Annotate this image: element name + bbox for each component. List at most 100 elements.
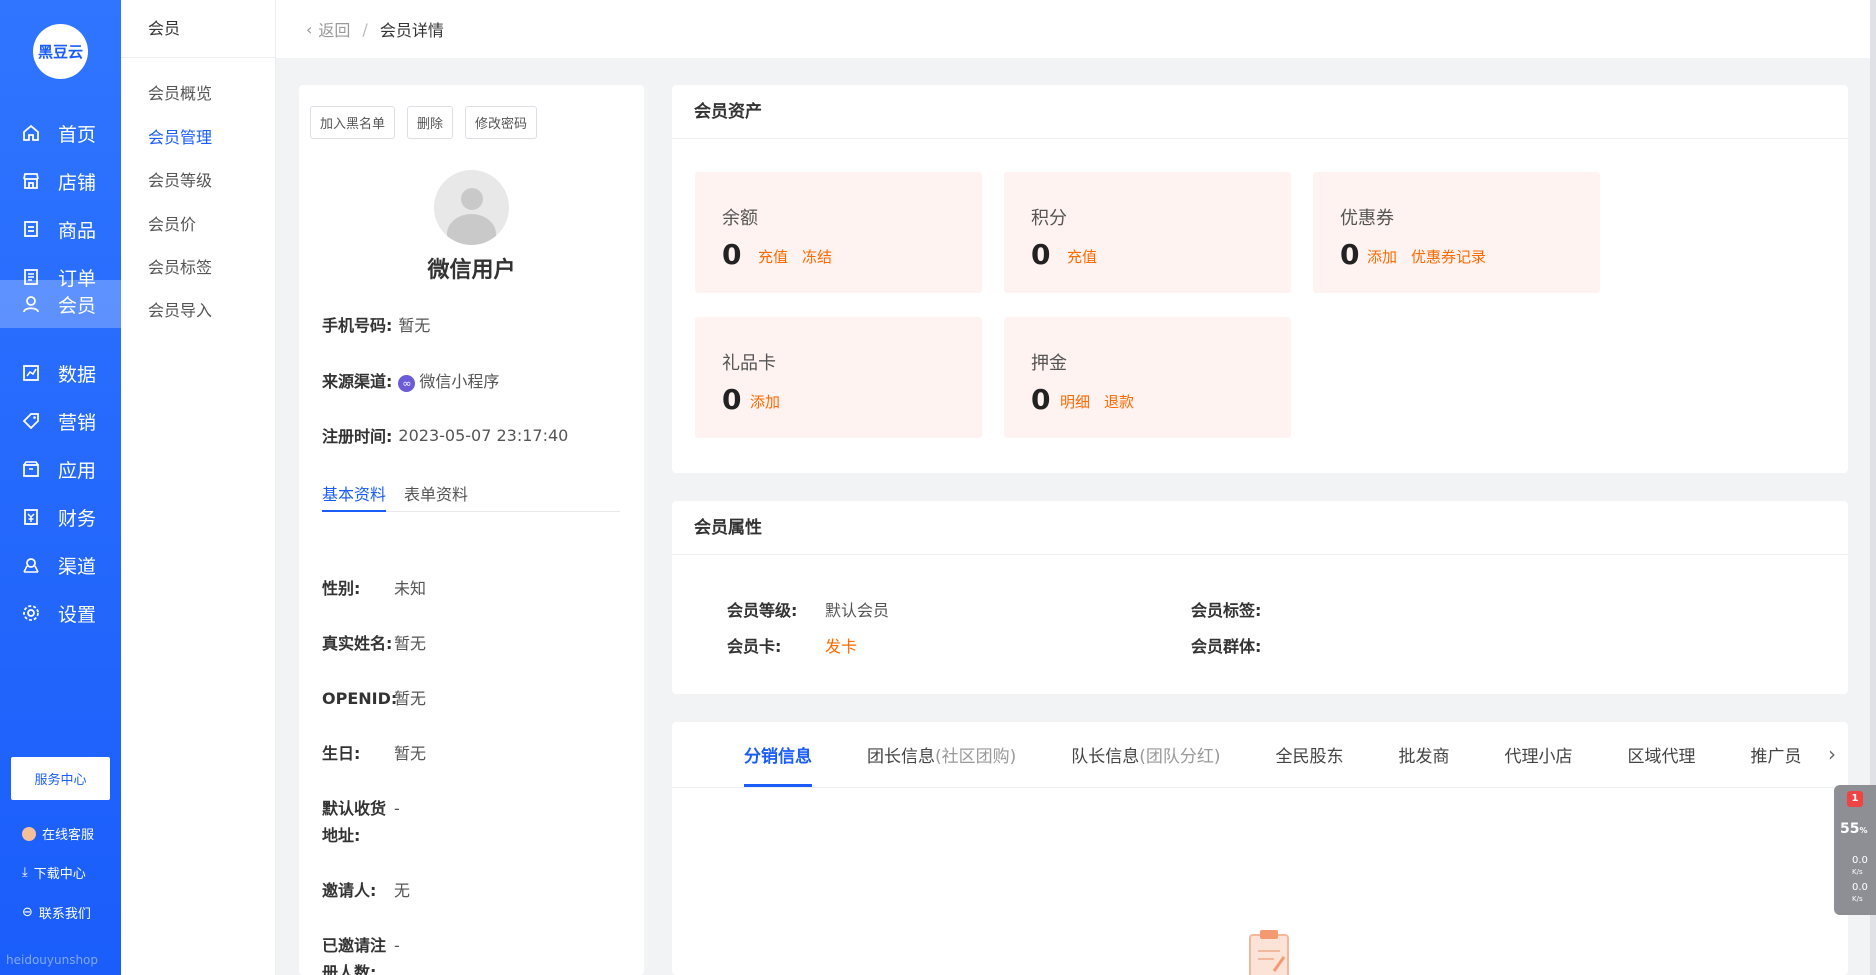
group-label: 会员群体: xyxy=(1191,637,1262,656)
register-row: 注册时间: 2023-05-07 23:17:40 xyxy=(322,423,568,447)
tag-label: 会员标签: xyxy=(1191,601,1262,620)
asset-name: 礼品卡 xyxy=(722,353,776,374)
tab-agent-store[interactable]: 代理小店 xyxy=(1505,742,1573,767)
real-name-row: 真实姓名: 暂无 xyxy=(322,630,426,657)
channel-icon xyxy=(20,554,42,576)
detail-label: 默认收货地址: xyxy=(322,799,387,845)
mini-program-icon: ∞ xyxy=(398,375,416,392)
upload-speed: 0.0 K/s xyxy=(1852,855,1868,877)
birthday-row: 生日: 暂无 xyxy=(322,740,426,767)
store-icon xyxy=(20,170,42,192)
nav-label: 渠道 xyxy=(58,555,97,578)
source-value-wrap: ∞ 微信小程序 xyxy=(398,368,499,392)
nav-item-settings[interactable]: 设置 xyxy=(0,587,121,639)
submenu-item-management[interactable]: 会员管理 xyxy=(148,124,212,148)
recharge-link[interactable]: 充值 xyxy=(1067,246,1097,267)
tab-label: 批发商 xyxy=(1398,747,1450,767)
nav-item-home[interactable]: 首页 xyxy=(0,107,121,159)
detail-link[interactable]: 明细 xyxy=(1060,391,1090,412)
breadcrumb: ‹ 返回 / 会员详情 xyxy=(276,0,1870,58)
nav-item-marketing[interactable]: 营销 xyxy=(0,395,121,447)
add-blacklist-button[interactable]: 加入黑名单 xyxy=(310,106,396,139)
submenu-item-overview[interactable]: 会员概览 xyxy=(148,80,212,104)
tab-form-info[interactable]: 表单资料 xyxy=(404,475,468,511)
add-link[interactable]: 添加 xyxy=(750,391,780,412)
detail-value: 无 xyxy=(394,881,411,900)
cpu-percent-value: 55 xyxy=(1840,821,1860,837)
home-icon xyxy=(20,122,42,144)
source-label: 来源渠道: xyxy=(322,372,393,391)
assets-card: 会员资产 余额 0 充值 冻结 积分 0 充值 优惠券 0 添加 优惠券记录 礼… xyxy=(672,85,1848,473)
nav-item-data[interactable]: 数据 xyxy=(0,347,121,399)
tab-distribution[interactable]: 分销信息 xyxy=(744,742,812,787)
nav-label: 营销 xyxy=(58,411,97,434)
contact-us-label: 联系我们 xyxy=(38,907,91,922)
download-center-link[interactable]: ⤓ 下载中心 xyxy=(22,863,86,882)
detail-value: 暂无 xyxy=(394,689,427,708)
nav-item-member[interactable]: 会员 xyxy=(0,280,121,328)
avatar-icon xyxy=(22,826,36,841)
nav-item-apps[interactable]: 应用 xyxy=(0,443,121,495)
tab-regional-agent[interactable]: 区域代理 xyxy=(1628,742,1696,767)
nav-label: 会员 xyxy=(58,294,97,317)
tab-wholesaler[interactable]: 批发商 xyxy=(1399,742,1450,767)
tab-promoter[interactable]: 推广员 xyxy=(1751,742,1802,767)
refund-link[interactable]: 退款 xyxy=(1104,391,1134,412)
service-center-button[interactable]: 服务中心 xyxy=(11,757,110,800)
level-label: 会员等级: xyxy=(727,601,798,620)
phone-value: 暂无 xyxy=(398,316,431,335)
tab-basic-info[interactable]: 基本资料 xyxy=(322,475,387,512)
system-monitor-widget[interactable]: 1 55% 0.0 K/s 0.0 K/s xyxy=(1834,785,1876,915)
change-password-button[interactable]: 修改密码 xyxy=(465,106,538,139)
points-tile: 积分 0 充值 xyxy=(1004,172,1291,293)
register-label: 注册时间: xyxy=(322,427,393,446)
detail-value: 未知 xyxy=(394,579,427,598)
shield-icon: 1 xyxy=(1847,791,1863,807)
asset-value: 0 xyxy=(1340,238,1360,271)
nav-item-store[interactable]: 店铺 xyxy=(0,155,121,207)
tab-team-leader[interactable]: 队长信息(团队分红) xyxy=(1071,742,1220,767)
freeze-link[interactable]: 冻结 xyxy=(802,246,832,267)
submenu-item-price[interactable]: 会员价 xyxy=(148,211,196,235)
brand-logo[interactable]: 黑豆云 xyxy=(33,24,88,79)
level-row: 会员等级: 默认会员 xyxy=(727,597,889,621)
phone-row: 手机号码: 暂无 xyxy=(322,312,430,336)
issue-card-link[interactable]: 发卡 xyxy=(825,633,857,657)
chevron-right-icon[interactable]: › xyxy=(1828,742,1836,766)
card-label: 会员卡: xyxy=(727,637,782,656)
coupon-record-link[interactable]: 优惠券记录 xyxy=(1411,246,1486,267)
detail-value: - xyxy=(394,799,400,818)
inviter-row: 邀请人: 无 xyxy=(322,877,410,904)
detail-value: 暂无 xyxy=(394,634,427,653)
nav-label: 财务 xyxy=(58,507,97,530)
online-service-label: 在线客服 xyxy=(42,828,95,843)
asset-name: 优惠券 xyxy=(1340,208,1394,229)
tab-shareholder[interactable]: 全民股东 xyxy=(1276,742,1344,767)
back-link[interactable]: ‹ 返回 xyxy=(306,17,350,41)
nav-label: 店铺 xyxy=(58,171,97,194)
source-row: 来源渠道: ∞ 微信小程序 xyxy=(322,368,499,392)
recharge-link[interactable]: 充值 xyxy=(758,246,788,267)
member-nickname: 微信用户 xyxy=(427,258,516,283)
submenu-item-levels[interactable]: 会员等级 xyxy=(148,167,212,191)
detail-value: 暂无 xyxy=(394,744,427,763)
detail-label: 已邀请注册人数: xyxy=(322,936,387,975)
add-link[interactable]: 添加 xyxy=(1367,246,1397,267)
phone-label: 手机号码: xyxy=(322,316,393,335)
distribution-tabs: 分销信息 团长信息(社区团购) 队长信息(团队分红) 全民股东 批发商 代理小店… xyxy=(672,722,1848,788)
online-service-link[interactable]: 在线客服 xyxy=(22,824,94,843)
assets-title: 会员资产 xyxy=(672,85,1848,139)
asset-value: 0 xyxy=(1031,383,1051,416)
submenu-item-tags[interactable]: 会员标签 xyxy=(148,254,212,278)
delete-button[interactable]: 删除 xyxy=(407,106,454,139)
chevron-left-icon: ‹ xyxy=(306,19,313,39)
upload-speed-unit: K/s xyxy=(1852,868,1863,876)
back-label: 返回 xyxy=(318,21,351,40)
submenu-item-import[interactable]: 会员导入 xyxy=(148,297,212,321)
nav-item-product[interactable]: 商品 xyxy=(0,203,121,255)
tab-label: 分销信息 xyxy=(744,747,812,767)
contact-us-link[interactable]: ⊖ 联系我们 xyxy=(22,903,91,922)
nav-item-channel[interactable]: 渠道 xyxy=(0,539,121,591)
tab-group-leader[interactable]: 团长信息(社区团购) xyxy=(867,742,1016,767)
nav-item-finance[interactable]: 财务 xyxy=(0,491,121,543)
